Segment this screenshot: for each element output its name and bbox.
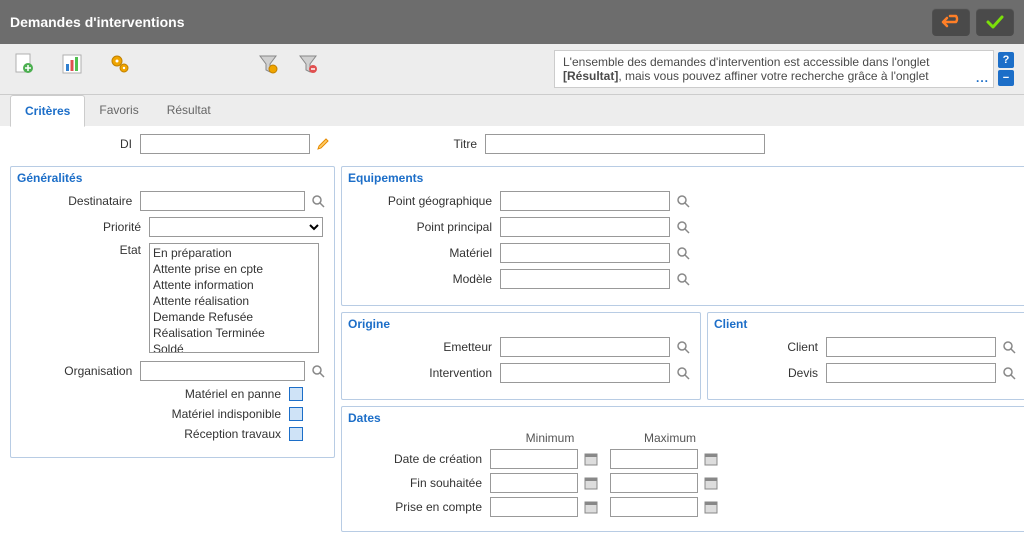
devis-label: Devis — [716, 366, 826, 380]
materiel-label: Matériel — [350, 246, 500, 260]
filter-settings-icon[interactable] — [254, 50, 282, 78]
organisation-label: Organisation — [19, 364, 140, 378]
materiel-indispo-checkbox[interactable] — [289, 407, 303, 421]
materiel-input[interactable] — [500, 243, 670, 263]
priorite-select[interactable] — [149, 217, 323, 237]
tab-favoris[interactable]: Favoris — [85, 95, 152, 126]
panel-generalites: Généralités Destinataire Priorité Etat E… — [10, 166, 335, 458]
client-label: Client — [716, 340, 826, 354]
prise-compte-label: Prise en compte — [350, 500, 490, 514]
search-icon[interactable] — [309, 192, 326, 210]
minimum-header: Minimum — [490, 431, 610, 445]
panel-equipements: Equipements Point géographique Point pri… — [341, 166, 1024, 306]
panel-origine: Origine Emetteur Intervention — [341, 312, 701, 400]
prise-compte-max-input[interactable] — [610, 497, 698, 517]
search-icon[interactable] — [309, 362, 326, 380]
client-input[interactable] — [826, 337, 996, 357]
di-input[interactable] — [140, 134, 310, 154]
materiel-panne-label: Matériel en panne — [19, 387, 289, 401]
search-icon[interactable] — [674, 218, 692, 236]
list-item[interactable]: Attente information — [151, 277, 317, 293]
fin-souhaitee-max-input[interactable] — [610, 473, 698, 493]
emetteur-label: Emetteur — [350, 340, 500, 354]
list-item[interactable]: Attente réalisation — [151, 293, 317, 309]
fin-souhaitee-label: Fin souhaitée — [350, 476, 490, 490]
apply-button[interactable] — [976, 8, 1014, 36]
search-icon[interactable] — [674, 364, 692, 382]
search-icon[interactable] — [674, 244, 692, 262]
calendar-icon[interactable] — [582, 498, 600, 516]
new-icon[interactable] — [10, 50, 38, 78]
modele-input[interactable] — [500, 269, 670, 289]
destinataire-input[interactable] — [140, 191, 305, 211]
help-text: L'ensemble des demandes d'intervention e… — [554, 50, 994, 88]
gears-icon[interactable] — [106, 50, 134, 78]
panel-client: Client Client Devis — [707, 312, 1024, 400]
point-principal-label: Point principal — [350, 220, 500, 234]
help-more-icon[interactable]: ... — [976, 71, 989, 85]
maximum-header: Maximum — [610, 431, 730, 445]
edit-icon[interactable] — [314, 135, 332, 153]
search-icon[interactable] — [674, 338, 692, 356]
list-item[interactable]: Réalisation Terminée — [151, 325, 317, 341]
filter-clear-icon[interactable] — [294, 50, 322, 78]
search-icon[interactable] — [1000, 364, 1018, 382]
point-principal-input[interactable] — [500, 217, 670, 237]
date-creation-min-input[interactable] — [490, 449, 578, 469]
emetteur-input[interactable] — [500, 337, 670, 357]
calendar-icon[interactable] — [702, 474, 720, 492]
tab-criteres[interactable]: Critères — [10, 95, 85, 127]
materiel-panne-checkbox[interactable] — [289, 387, 303, 401]
intervention-label: Intervention — [350, 366, 500, 380]
di-label: DI — [10, 137, 140, 151]
collapse-icon[interactable]: − — [998, 70, 1014, 86]
priorite-label: Priorité — [19, 220, 149, 234]
calendar-icon[interactable] — [582, 450, 600, 468]
etat-listbox[interactable]: En préparation Attente prise en cpte Att… — [149, 243, 319, 353]
date-creation-label: Date de création — [350, 452, 490, 466]
fin-souhaitee-min-input[interactable] — [490, 473, 578, 493]
point-geo-input[interactable] — [500, 191, 670, 211]
calendar-icon[interactable] — [702, 450, 720, 468]
organisation-input[interactable] — [140, 361, 305, 381]
intervention-input[interactable] — [500, 363, 670, 383]
search-icon[interactable] — [674, 192, 692, 210]
titre-label: Titre — [335, 137, 485, 151]
reception-travaux-label: Réception travaux — [19, 427, 289, 441]
list-item[interactable]: Soldé — [151, 341, 317, 353]
list-item[interactable]: En préparation — [151, 245, 317, 261]
search-icon[interactable] — [674, 270, 692, 288]
destinataire-label: Destinataire — [19, 194, 140, 208]
reception-travaux-checkbox[interactable] — [289, 427, 303, 441]
titre-input[interactable] — [485, 134, 765, 154]
tabs: Critères Favoris Résultat — [0, 95, 1024, 126]
devis-input[interactable] — [826, 363, 996, 383]
date-creation-max-input[interactable] — [610, 449, 698, 469]
search-icon[interactable] — [1000, 338, 1018, 356]
back-button[interactable] — [932, 8, 970, 36]
point-geo-label: Point géographique — [350, 194, 500, 208]
calendar-icon[interactable] — [702, 498, 720, 516]
list-item[interactable]: Demande Refusée — [151, 309, 317, 325]
chart-icon[interactable] — [58, 50, 86, 78]
calendar-icon[interactable] — [582, 474, 600, 492]
materiel-indispo-label: Matériel indisponible — [19, 407, 289, 421]
prise-compte-min-input[interactable] — [490, 497, 578, 517]
tab-resultat[interactable]: Résultat — [153, 95, 225, 126]
etat-label: Etat — [19, 243, 149, 257]
page-title: Demandes d'interventions — [10, 14, 932, 30]
modele-label: Modèle — [350, 272, 500, 286]
list-item[interactable]: Attente prise en cpte — [151, 261, 317, 277]
panel-dates: Dates Minimum Maximum Date de création F… — [341, 406, 1024, 532]
titlebar: Demandes d'interventions — [0, 0, 1024, 44]
help-icon[interactable]: ? — [998, 52, 1014, 68]
